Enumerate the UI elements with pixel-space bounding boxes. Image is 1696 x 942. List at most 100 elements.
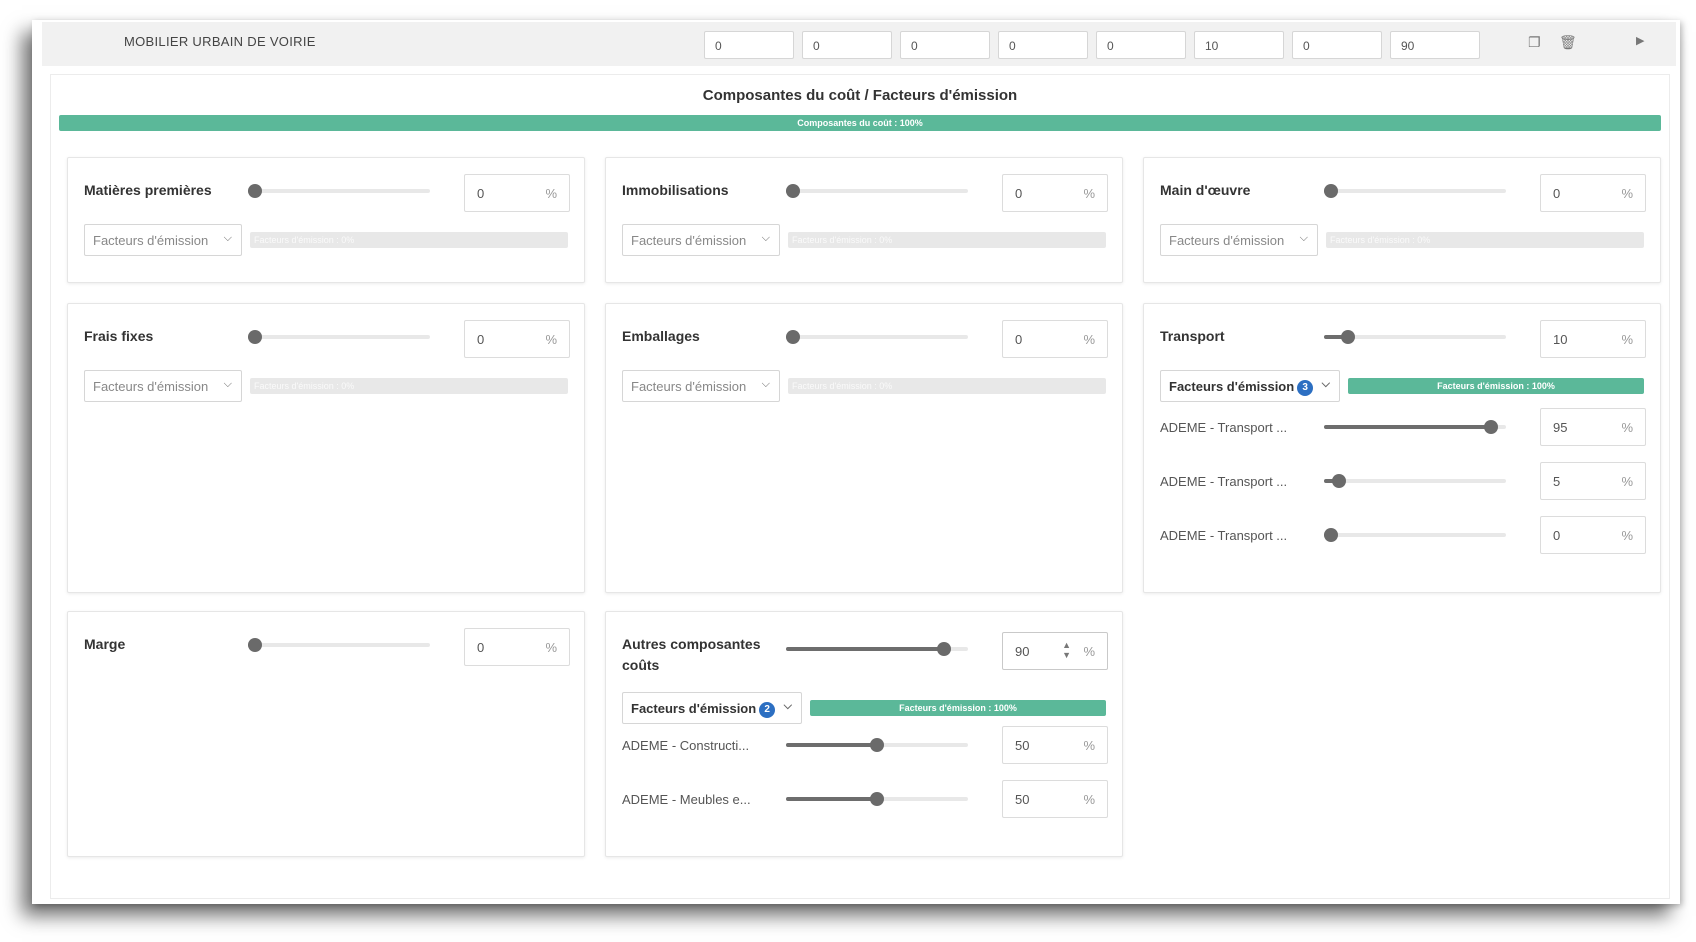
card-title-line-1: Autres composantes bbox=[622, 636, 761, 652]
row-input-1[interactable]: 0 bbox=[704, 31, 794, 59]
chevron-down-icon: ⌵ bbox=[761, 232, 770, 244]
slider-thumb[interactable] bbox=[1340, 330, 1355, 344]
percent-unit: % bbox=[1621, 474, 1633, 489]
row-input-3[interactable]: 0 bbox=[900, 31, 990, 59]
percent-value: 0 bbox=[1553, 186, 1561, 201]
emission-factors-dropdown[interactable]: Facteurs d'émission 3 ⌵ bbox=[1160, 370, 1340, 402]
percent-value: 0 bbox=[477, 186, 485, 201]
percent-slider[interactable] bbox=[786, 642, 968, 656]
emission-factors-progress: Facteurs d'émission : 0% bbox=[250, 378, 568, 394]
spinner-icon[interactable]: ▲ ▼ bbox=[1062, 640, 1071, 660]
slider-thumb[interactable] bbox=[870, 792, 884, 806]
factor-slider[interactable] bbox=[786, 792, 968, 806]
factor-percent-input[interactable]: 95 % bbox=[1540, 408, 1646, 446]
cost-components-panel: Composantes du coût / Facteurs d'émissio… bbox=[50, 74, 1670, 899]
emission-factors-progress: Facteurs d'émission : 100% bbox=[810, 700, 1106, 716]
slider-thumb[interactable] bbox=[786, 184, 800, 198]
percent-slider[interactable] bbox=[248, 184, 430, 198]
arrow-right-icon[interactable]: ▶ bbox=[1636, 34, 1644, 47]
slider-fill bbox=[786, 797, 877, 801]
percent-input[interactable]: 0 % bbox=[464, 320, 570, 358]
chevron-down-icon: ⌵ bbox=[1321, 378, 1330, 390]
percent-slider[interactable] bbox=[248, 638, 430, 652]
slider-thumb[interactable] bbox=[248, 184, 262, 198]
factor-slider[interactable] bbox=[1324, 420, 1506, 434]
slider-thumb[interactable] bbox=[937, 642, 952, 656]
percent-slider[interactable] bbox=[248, 330, 430, 344]
emission-factors-progress: Facteurs d'émission : 0% bbox=[788, 232, 1106, 248]
card-title: Frais fixes bbox=[84, 328, 154, 344]
chevron-down-icon: ⌵ bbox=[223, 232, 232, 244]
card-title: Autres composantes coûts bbox=[622, 634, 760, 676]
emission-factors-progress: Facteurs d'émission : 100% bbox=[1348, 378, 1644, 394]
card-title: Transport bbox=[1160, 328, 1225, 344]
slider-thumb[interactable] bbox=[870, 738, 884, 752]
percent-value: 95 bbox=[1553, 420, 1568, 435]
factor-percent-input[interactable]: 50 % bbox=[1002, 726, 1108, 764]
row-input-8[interactable]: 90 bbox=[1390, 31, 1480, 59]
card-title: Marge bbox=[84, 636, 126, 652]
emission-factors-dropdown[interactable]: Facteurs d'émission 2 ⌵ bbox=[622, 692, 802, 724]
factor-slider[interactable] bbox=[1324, 528, 1506, 542]
emission-factors-dropdown[interactable]: Facteurs d'émission ⌵ bbox=[1160, 224, 1318, 256]
card-title-line-2: coûts bbox=[622, 657, 660, 673]
card-emballages: Emballages 0 % Facteurs d'émission ⌵ Fact… bbox=[605, 303, 1123, 593]
percent-slider[interactable] bbox=[1324, 330, 1506, 344]
percent-value: 5 bbox=[1553, 474, 1561, 489]
slider-thumb[interactable] bbox=[786, 330, 800, 344]
factor-percent-input[interactable]: 5 % bbox=[1540, 462, 1646, 500]
row-input-4[interactable]: 0 bbox=[998, 31, 1088, 59]
row-input-6[interactable]: 10 bbox=[1194, 31, 1284, 59]
emission-factors-dropdown[interactable]: Facteurs d'émission ⌵ bbox=[84, 370, 242, 402]
row-input-7[interactable]: 0 bbox=[1292, 31, 1382, 59]
card-matieres-premieres: Matières premières 0 % Facteurs d'émissi… bbox=[67, 157, 585, 283]
product-title: MOBILIER URBAIN DE VOIRIE bbox=[124, 34, 316, 49]
percent-unit: % bbox=[1083, 644, 1095, 659]
row-input-2[interactable]: 0 bbox=[802, 31, 892, 59]
card-title: Immobilisations bbox=[622, 182, 729, 198]
chevron-down-icon: ⌵ bbox=[1299, 232, 1308, 244]
factor-slider[interactable] bbox=[786, 738, 968, 752]
slider-thumb[interactable] bbox=[1324, 528, 1338, 542]
card-autres-composantes: Autres composantes coûts 90 ▲ ▼ % Facteur… bbox=[605, 611, 1123, 857]
slider-thumb[interactable] bbox=[1332, 474, 1347, 488]
percent-unit: % bbox=[545, 332, 557, 347]
emission-factors-progress: Facteurs d'émission : 0% bbox=[788, 378, 1106, 394]
emission-factors-dropdown[interactable]: Facteurs d'émission ⌵ bbox=[84, 224, 242, 256]
percent-unit: % bbox=[1621, 332, 1633, 347]
percent-slider[interactable] bbox=[1324, 184, 1506, 198]
card-title: Emballages bbox=[622, 328, 700, 344]
section-title: Composantes du coût / Facteurs d'émissio… bbox=[702, 87, 1018, 104]
slider-thumb[interactable] bbox=[248, 330, 262, 344]
row-input-5[interactable]: 0 bbox=[1096, 31, 1186, 59]
factor-count-badge: 2 bbox=[759, 702, 776, 718]
trash-icon[interactable]: 🗑 bbox=[1559, 34, 1577, 51]
percent-input-focused[interactable]: 90 ▲ ▼ % bbox=[1002, 632, 1108, 670]
percent-value: 0 bbox=[1553, 528, 1561, 543]
card-immobilisations: Immobilisations 0 % Facteurs d'émission ⌵… bbox=[605, 157, 1123, 283]
emission-factors-progress: Facteurs d'émission : 0% bbox=[250, 232, 568, 248]
emission-factors-dropdown[interactable]: Facteurs d'émission ⌵ bbox=[622, 224, 780, 256]
chevron-down-icon: ⌵ bbox=[761, 378, 770, 390]
percent-slider[interactable] bbox=[786, 330, 968, 344]
copy-icon[interactable]: ❐ bbox=[1528, 34, 1541, 51]
percent-input[interactable]: 10 % bbox=[1540, 320, 1646, 358]
percent-input[interactable]: 0 % bbox=[1540, 174, 1646, 212]
slider-thumb[interactable] bbox=[248, 638, 262, 652]
factor-percent-input[interactable]: 0 % bbox=[1540, 516, 1646, 554]
percent-value: 50 bbox=[1015, 738, 1030, 753]
emission-factors-dropdown[interactable]: Facteurs d'émission ⌵ bbox=[622, 370, 780, 402]
percent-unit: % bbox=[1083, 792, 1095, 807]
factor-percent-input[interactable]: 50 % bbox=[1002, 780, 1108, 818]
card-main-oeuvre: Main d'œuvre 0 % Facteurs d'émission ⌵ Fa… bbox=[1143, 157, 1661, 283]
factor-label: ADEME - Meubles e... bbox=[622, 792, 751, 807]
factor-count-badge: 3 bbox=[1297, 380, 1314, 396]
slider-thumb[interactable] bbox=[1483, 420, 1498, 434]
percent-input[interactable]: 0 % bbox=[464, 174, 570, 212]
percent-input[interactable]: 0 % bbox=[1002, 320, 1108, 358]
factor-slider[interactable] bbox=[1324, 474, 1506, 488]
percent-input[interactable]: 0 % bbox=[464, 628, 570, 666]
percent-input[interactable]: 0 % bbox=[1002, 174, 1108, 212]
percent-slider[interactable] bbox=[786, 184, 968, 198]
slider-thumb[interactable] bbox=[1324, 184, 1338, 198]
